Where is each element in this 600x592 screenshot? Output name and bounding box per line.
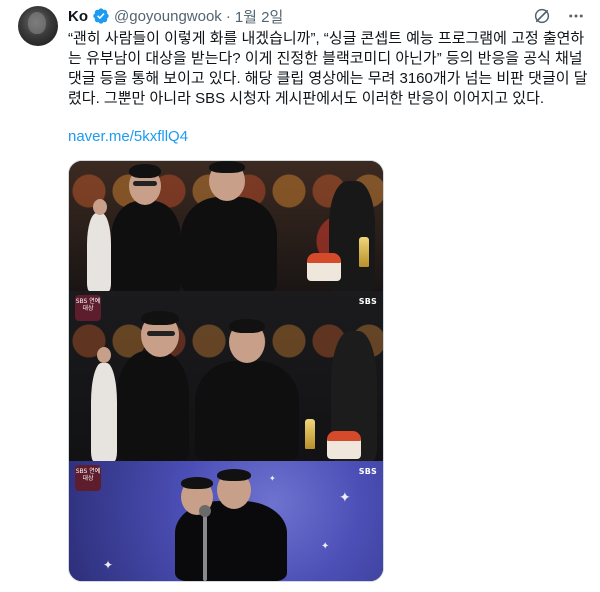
winner-right bbox=[195, 361, 299, 461]
header-actions bbox=[532, 6, 586, 26]
tweet-media[interactable]: SBS 연예 대상 SBS SBS 연예 대상 SBS ✦ ✦ ✦ ✦ bbox=[68, 160, 384, 582]
author-name[interactable]: Ko bbox=[68, 8, 88, 25]
avatar[interactable] bbox=[18, 6, 58, 46]
sparkle-icon: ✦ bbox=[269, 474, 276, 483]
microphone bbox=[199, 505, 211, 517]
show-logo: SBS 연예 대상 bbox=[75, 465, 101, 491]
winner-right-hair bbox=[229, 319, 265, 333]
media-frame-2: SBS 연예 대상 SBS bbox=[69, 291, 383, 461]
more-icon[interactable] bbox=[566, 6, 586, 26]
trophy bbox=[305, 419, 315, 449]
audience-head bbox=[97, 347, 111, 363]
presenter-left bbox=[111, 201, 181, 291]
media-frame-3: SBS 연예 대상 SBS ✦ ✦ ✦ ✦ bbox=[69, 461, 383, 581]
show-logo: SBS 연예 대상 bbox=[75, 295, 101, 321]
cake-top bbox=[327, 431, 361, 441]
presenter-right-hair bbox=[209, 161, 245, 173]
author-handle[interactable]: @goyoungwook bbox=[114, 8, 222, 25]
winner-left-hair bbox=[141, 311, 179, 325]
sparkle-icon: ✦ bbox=[321, 541, 330, 552]
broadcaster-logo: SBS bbox=[358, 467, 377, 476]
presenter-left-hair bbox=[129, 164, 161, 178]
sparkle-icon: ✦ bbox=[103, 558, 114, 572]
audience-member bbox=[91, 363, 117, 461]
broadcaster-logo: SBS bbox=[358, 297, 377, 306]
sparkle-icon: ✦ bbox=[339, 489, 351, 505]
tweet-link[interactable]: naver.me/5kxfllQ4 bbox=[68, 128, 188, 145]
grok-icon[interactable] bbox=[532, 6, 552, 26]
tweet: Ko @goyoungwook · 1월 2일 “괜히 사람들이 이렇게 화를 … bbox=[0, 0, 600, 592]
tweet-text: “괜히 사람들이 이렇게 화를 내겠습니까”, “싱글 콘셉트 예능 프로그램에… bbox=[68, 30, 588, 107]
media-frame-1 bbox=[69, 161, 383, 291]
audience-head bbox=[93, 199, 107, 215]
glasses bbox=[133, 181, 157, 186]
audience-member bbox=[87, 213, 111, 291]
separator-dot: · bbox=[225, 7, 231, 25]
trophy bbox=[359, 237, 369, 267]
winner-left bbox=[117, 351, 189, 461]
hug-hair-left bbox=[181, 477, 213, 489]
tweet-date[interactable]: 1월 2일 bbox=[235, 6, 283, 27]
microphone-stand bbox=[203, 511, 207, 581]
verified-badge-icon bbox=[93, 8, 109, 24]
presenter-right bbox=[181, 197, 277, 291]
glasses bbox=[147, 331, 175, 336]
tweet-header: Ko @goyoungwook · 1월 2일 bbox=[68, 6, 283, 26]
cake-top bbox=[307, 253, 341, 263]
hug-hair-right bbox=[217, 469, 251, 481]
